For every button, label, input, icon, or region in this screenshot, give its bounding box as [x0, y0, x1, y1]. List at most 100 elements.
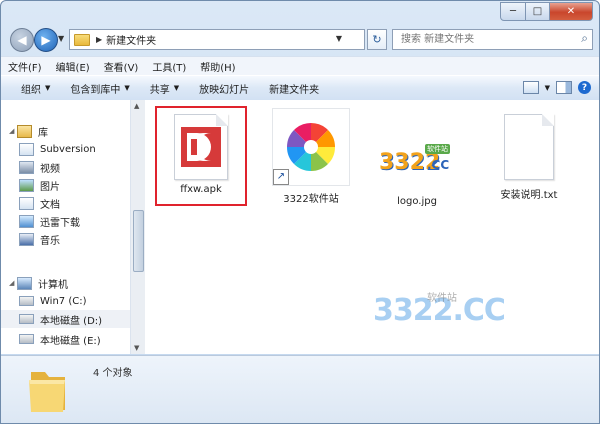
downloads-library-icon	[19, 214, 34, 228]
nav-item-subversion[interactable]: Subversion	[1, 140, 130, 158]
menu-edit[interactable]: 编辑(E)	[49, 59, 97, 74]
nav-library[interactable]: ◢ 库	[1, 122, 130, 140]
library-folder-icon	[19, 142, 34, 156]
apk-icon	[174, 114, 228, 180]
slideshow-label: 放映幻灯片	[199, 84, 250, 96]
close-button[interactable]: ✕	[550, 2, 593, 21]
nav-label: 本地磁盘 (D:)	[40, 315, 103, 327]
address-bar[interactable]: ▶ 新建文件夹 ▼	[69, 29, 365, 50]
dropdown-arrow-icon: ▼	[45, 84, 51, 92]
command-bar: 组织 ▼ 包含到库中 ▼ 共享 ▼ 放映幻灯片 新建文件夹 ▼ ?	[1, 75, 599, 101]
share-label: 共享	[149, 84, 170, 96]
file-item-txt[interactable]: 安装说明.txt	[481, 110, 577, 201]
drive-icon	[19, 296, 34, 306]
nav-label: 音乐	[40, 235, 60, 247]
refresh-button[interactable]: ↻	[367, 29, 387, 50]
help-icon[interactable]: ?	[578, 81, 591, 94]
nav-label: 库	[38, 127, 48, 139]
scrollbar-thumb[interactable]	[133, 210, 144, 272]
file-item-apk[interactable]: ffxw.apk	[155, 106, 247, 206]
nav-drive-d[interactable]: 本地磁盘 (D:)	[1, 310, 130, 328]
search-icon[interactable]: ⌕	[581, 31, 588, 46]
drive-icon	[19, 334, 34, 344]
image-icon: 3322 .CC 软件站	[377, 142, 457, 192]
address-dropdown-icon[interactable]: ▼	[336, 34, 342, 43]
organize-button[interactable]: 组织 ▼	[11, 81, 60, 96]
new-folder-button[interactable]: 新建文件夹	[259, 81, 329, 96]
nav-label: Win7 (C:)	[40, 295, 87, 307]
breadcrumb-current[interactable]: 新建文件夹	[106, 32, 156, 47]
back-button[interactable]: ◀	[10, 28, 34, 52]
nav-item-thunder-downloads[interactable]: 迅雷下载	[1, 212, 130, 230]
nav-item-pictures[interactable]: 图片	[1, 176, 130, 194]
nav-label: 文档	[40, 199, 60, 211]
file-name: 安装说明.txt	[500, 190, 558, 201]
folder-icon	[74, 33, 90, 46]
nav-label: 迅雷下载	[40, 217, 80, 229]
text-file-icon	[504, 114, 554, 180]
menu-view[interactable]: 查看(V)	[97, 59, 146, 74]
dropdown-arrow-icon: ▼	[124, 84, 130, 92]
recent-pages-dropdown[interactable]: ▼	[58, 34, 64, 43]
menu-file[interactable]: 文件(F)	[1, 59, 49, 74]
file-name: logo.jpg	[397, 196, 437, 207]
nav-label: 计算机	[38, 279, 68, 291]
nav-computer[interactable]: ◢ 计算机	[1, 274, 130, 292]
refresh-icon: ↻	[372, 33, 382, 46]
menu-bar: 文件(F) 编辑(E) 查看(V) 工具(T) 帮助(H)	[1, 56, 599, 75]
share-button[interactable]: 共享 ▼	[140, 81, 189, 96]
minimize-button[interactable]: ─	[500, 2, 526, 21]
view-dropdown-icon[interactable]: ▼	[545, 84, 550, 92]
expand-icon[interactable]: ◢	[9, 127, 17, 135]
explorer-window: ─ □ ✕ ◀ ▶ ▼ ▶ 新建文件夹 ▼ ↻ ⌕ 文件(F) 编辑(E) 查看…	[0, 0, 600, 424]
expand-icon[interactable]: ◢	[9, 279, 17, 287]
menu-tools[interactable]: 工具(T)	[145, 59, 193, 74]
nav-drive-e[interactable]: 本地磁盘 (E:)	[1, 330, 130, 348]
menu-help[interactable]: 帮助(H)	[193, 59, 242, 74]
slideshow-button[interactable]: 放映幻灯片	[189, 81, 259, 96]
computer-icon	[17, 276, 32, 290]
documents-library-icon	[19, 196, 34, 210]
search-box[interactable]: ⌕	[392, 29, 593, 50]
scroll-down-icon[interactable]: ▼	[134, 344, 139, 352]
nav-label: Subversion	[40, 143, 96, 155]
nav-label: 视频	[40, 163, 60, 175]
include-in-library-button[interactable]: 包含到库中 ▼	[60, 81, 139, 96]
library-icon	[17, 124, 32, 138]
view-mode-icon[interactable]	[522, 81, 539, 94]
nav-scrollbar[interactable]: ▲ ▼	[130, 100, 145, 354]
shortcut-arrow-icon: ↗	[273, 169, 289, 185]
nav-label: 图片	[40, 181, 60, 193]
file-item-logo[interactable]: 3322 .CC 软件站 logo.jpg	[369, 124, 465, 207]
nav-item-videos[interactable]: 视频	[1, 158, 130, 176]
nav-item-music[interactable]: 音乐	[1, 230, 130, 248]
file-item-shortcut[interactable]: ↗ 3322软件站	[263, 108, 359, 205]
forward-button[interactable]: ▶	[34, 28, 58, 52]
maximize-button[interactable]: □	[526, 2, 550, 21]
details-pane: 4 个对象	[1, 355, 599, 423]
view-controls: ▼ ?	[522, 81, 591, 94]
new-folder-label: 新建文件夹	[269, 84, 320, 96]
nav-label: 本地磁盘 (E:)	[40, 335, 101, 347]
nav-item-documents[interactable]: 文档	[1, 194, 130, 212]
video-library-icon	[19, 160, 34, 174]
scroll-up-icon[interactable]: ▲	[134, 102, 139, 110]
logo-badge: 软件站	[425, 144, 450, 154]
title-bar: ─ □ ✕	[1, 1, 599, 25]
watermark-subtitle: 软件站	[427, 293, 457, 304]
file-name: ffxw.apk	[180, 184, 222, 195]
nav-drive-c[interactable]: Win7 (C:)	[1, 292, 130, 310]
file-name: 3322软件站	[283, 194, 339, 205]
search-input[interactable]	[399, 33, 573, 46]
shortcut-icon: ↗	[272, 108, 350, 186]
back-arrow-icon: ◀	[17, 33, 27, 47]
navigation-pane: ◢ 库 Subversion 视频 图片 文档 迅雷下载 音乐 ◢ 计算机 Wi…	[1, 100, 131, 354]
organize-label: 组织	[21, 84, 41, 96]
preview-pane-icon[interactable]	[556, 81, 572, 94]
item-count: 4 个对象	[93, 368, 133, 379]
breadcrumb-separator-icon[interactable]: ▶	[96, 35, 102, 44]
caption-buttons: ─ □ ✕	[500, 2, 593, 21]
drive-icon	[19, 314, 34, 324]
music-library-icon	[19, 232, 34, 246]
forward-arrow-icon: ▶	[41, 33, 51, 47]
